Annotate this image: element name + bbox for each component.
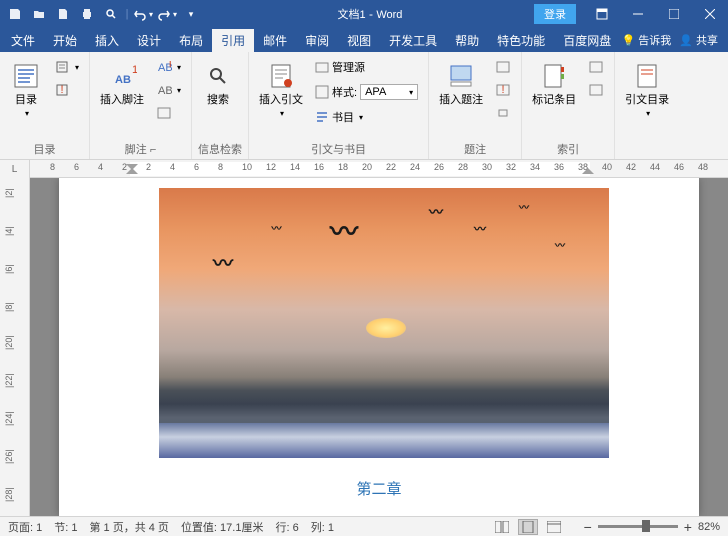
tab-references[interactable]: 引用 (212, 29, 254, 52)
tab-home[interactable]: 开始 (44, 29, 86, 52)
insert-index[interactable] (584, 56, 608, 78)
qat-sep1: | (124, 3, 130, 25)
status-bar: 页面: 1 节: 1 第 1 页，共 4 页 位置值: 17.1厘米 行: 6 … (0, 516, 728, 536)
close-button[interactable] (692, 0, 728, 28)
svg-text:AB: AB (158, 85, 172, 97)
style-select[interactable]: APA▾ (360, 84, 418, 100)
tab-insert[interactable]: 插入 (86, 29, 128, 52)
chapter-heading[interactable]: 第二章 (59, 478, 699, 499)
vertical-ruler[interactable]: |2||4||6||8||20||22||24||26||28| (0, 178, 30, 516)
tab-design[interactable]: 设计 (128, 29, 170, 52)
zoom-value[interactable]: 82% (698, 521, 720, 533)
insert-fig-table[interactable] (491, 56, 515, 78)
sb-col[interactable]: 列: 1 (311, 519, 334, 535)
tab-mail[interactable]: 邮件 (254, 29, 296, 52)
insert-citation[interactable]: 插入引文▾ (255, 56, 307, 122)
maximize-button[interactable] (656, 0, 692, 28)
tab-review[interactable]: 审阅 (296, 29, 338, 52)
tab-features[interactable]: 特色功能 (488, 29, 554, 52)
qat-new[interactable] (52, 3, 74, 25)
page: 〰 〰 〰 〰 〰 〰 〰 第二章 (59, 178, 699, 516)
tab-devtools[interactable]: 开发工具 (380, 29, 446, 52)
add-text[interactable]: ▾ (50, 56, 83, 78)
citation-style[interactable]: 样式: APA▾ (311, 81, 422, 103)
menu-tabs: 文件 开始 插入 设计 布局 引用 邮件 审阅 视图 开发工具 帮助 特色功能 … (0, 28, 728, 52)
zoom-slider[interactable] (598, 525, 678, 528)
update-toc[interactable]: ! (50, 79, 83, 101)
group-index-label: 索引 (528, 139, 608, 159)
sb-position[interactable]: 位置值: 17.1厘米 (181, 519, 264, 535)
show-notes[interactable] (152, 102, 185, 124)
group-search-label: 信息检索 (198, 139, 242, 159)
minimize-button[interactable] (620, 0, 656, 28)
sb-line[interactable]: 行: 6 (275, 519, 298, 535)
update-index[interactable] (584, 79, 608, 101)
qat-more[interactable]: ▾ (180, 3, 202, 25)
login-button[interactable]: 登录 (534, 4, 576, 24)
search-button[interactable]: 搜索 (198, 56, 238, 111)
tab-file[interactable]: 文件 (2, 29, 44, 52)
svg-text:i: i (169, 60, 171, 70)
bibliography[interactable]: 书目▾ (311, 106, 422, 128)
citation-toc[interactable]: 引文目录▾ (621, 56, 673, 122)
toc-button[interactable]: 目录▾ (6, 56, 46, 122)
qat-save[interactable] (4, 3, 26, 25)
qat-print[interactable] (76, 3, 98, 25)
next-footnote[interactable]: AB▾ (152, 79, 185, 101)
zoom-out[interactable]: − (584, 519, 592, 535)
tab-baidu[interactable]: 百度网盘 (554, 29, 620, 52)
group-caption-label: 题注 (435, 139, 515, 159)
group-citation-label: 引文与书目 (255, 139, 422, 159)
view-print-icon[interactable] (518, 519, 538, 535)
sunset-image[interactable]: 〰 〰 〰 〰 〰 〰 〰 (159, 188, 609, 458)
sb-pages[interactable]: 第 1 页，共 4 页 (89, 519, 168, 535)
insert-endnote[interactable]: ABi▾ (152, 56, 185, 78)
window-title: 文档1 - Word (206, 6, 534, 22)
insert-footnote[interactable]: AB1 插入脚注 (96, 56, 148, 111)
group-footnote-label: 脚注 ⌐ (96, 139, 185, 159)
qat-preview[interactable] (100, 3, 122, 25)
group-toc-label: 目录 (6, 139, 83, 159)
cross-ref[interactable] (491, 102, 515, 124)
svg-text:1: 1 (132, 64, 137, 76)
ribbon-options-icon[interactable] (584, 0, 620, 28)
insert-caption[interactable]: 插入题注 (435, 56, 487, 111)
ruler-corner: L (0, 160, 30, 178)
svg-text:AB: AB (115, 74, 131, 86)
tab-view[interactable]: 视图 (338, 29, 380, 52)
qat-redo[interactable]: ▾ (156, 3, 178, 25)
document-canvas[interactable]: 〰 〰 〰 〰 〰 〰 〰 第二章 (30, 178, 728, 516)
svg-text:!: ! (502, 84, 505, 96)
qat-undo[interactable]: ▾ (132, 3, 154, 25)
ribbon: 目录▾ ▾ ! 目录 AB1 插入脚注 ABi▾ AB▾ 脚注 ⌐ (0, 52, 728, 160)
zoom-in[interactable]: + (684, 519, 692, 535)
view-read-icon[interactable] (492, 519, 512, 535)
share-button[interactable]: 👤 共享 (679, 32, 718, 48)
tab-layout[interactable]: 布局 (170, 29, 212, 52)
tab-help[interactable]: 帮助 (446, 29, 488, 52)
horizontal-ruler[interactable]: 8642246810121416182022242628303234363840… (30, 160, 728, 178)
tellme-icon[interactable]: 💡 告诉我 (622, 32, 672, 48)
mark-entry[interactable]: 标记条目 (528, 56, 580, 111)
update-caption[interactable]: ! (491, 79, 515, 101)
manage-sources[interactable]: 管理源 (311, 56, 422, 78)
sb-page[interactable]: 页面: 1 (8, 519, 42, 535)
svg-text:!: ! (60, 84, 63, 96)
qat-open[interactable] (28, 3, 50, 25)
sb-section[interactable]: 节: 1 (54, 519, 77, 535)
view-web-icon[interactable] (544, 519, 564, 535)
